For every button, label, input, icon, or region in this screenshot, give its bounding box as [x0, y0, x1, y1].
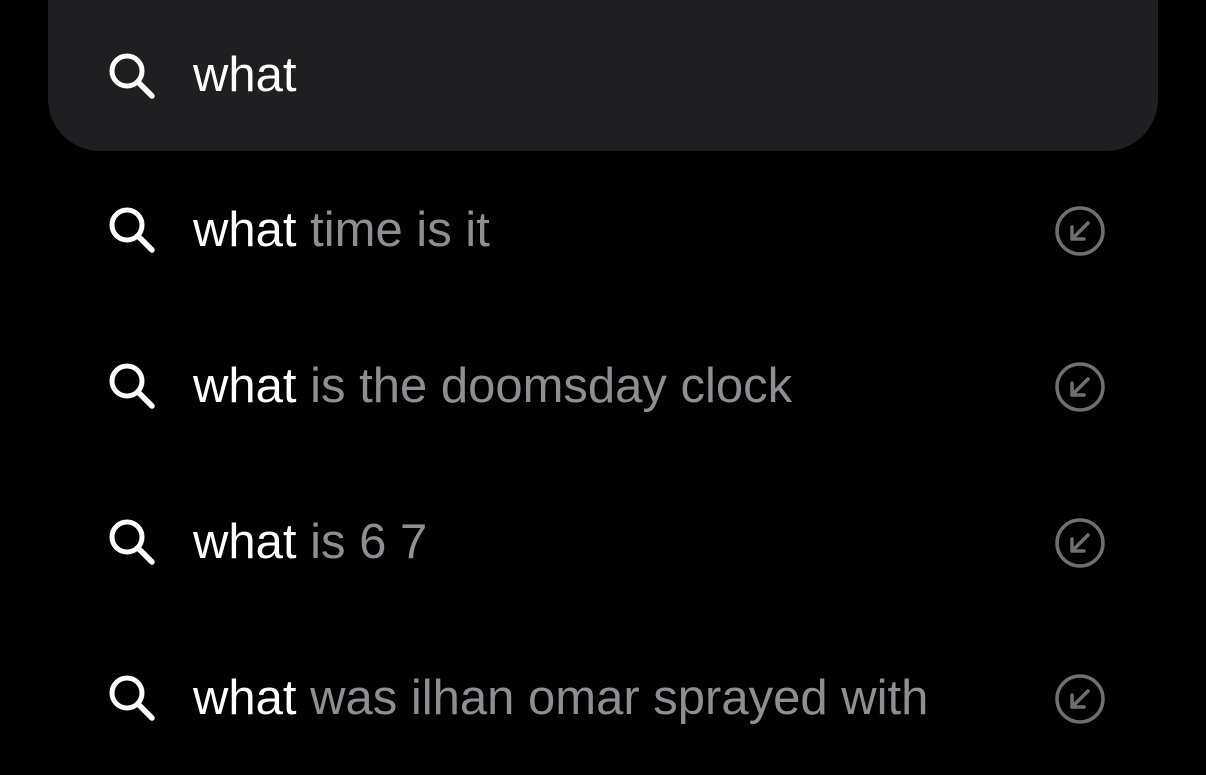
suggestion-text: what is 6 7 — [193, 513, 427, 571]
suggestion-typed-prefix: what — [193, 359, 297, 413]
suggestion-item[interactable]: what was ilhan omar sprayed with — [0, 619, 1206, 775]
search-icon — [106, 50, 158, 102]
suggestion-text: what time is it — [193, 201, 490, 259]
suggestion-typed-prefix: what — [193, 515, 297, 569]
search-bar[interactable]: what — [48, 0, 1158, 151]
search-input[interactable]: what — [193, 46, 297, 104]
search-icon — [106, 672, 158, 724]
search-icon — [106, 204, 158, 256]
suggestion-typed-prefix: what — [193, 671, 297, 725]
suggestion-completion: is 6 7 — [296, 515, 428, 569]
search-icon — [106, 516, 158, 568]
arrow-up-left-circle-icon[interactable] — [1054, 205, 1106, 257]
suggestion-completion: was ilhan omar sprayed with — [296, 671, 929, 725]
suggestion-completion: time is it — [296, 203, 490, 257]
arrow-up-left-circle-icon[interactable] — [1054, 517, 1106, 569]
suggestion-text: what was ilhan omar sprayed with — [193, 669, 928, 727]
suggestion-item[interactable]: what is 6 7 — [0, 463, 1206, 619]
suggestion-item[interactable]: what is the doomsday clock — [0, 307, 1206, 463]
arrow-up-left-circle-icon[interactable] — [1054, 361, 1106, 413]
suggestion-completion: is the doomsday clock — [296, 359, 793, 413]
suggestion-text: what is the doomsday clock — [193, 357, 792, 415]
search-icon — [106, 360, 158, 412]
suggestion-typed-prefix: what — [193, 203, 297, 257]
suggestion-item[interactable]: what time is it — [0, 151, 1206, 307]
arrow-up-left-circle-icon[interactable] — [1054, 673, 1106, 725]
